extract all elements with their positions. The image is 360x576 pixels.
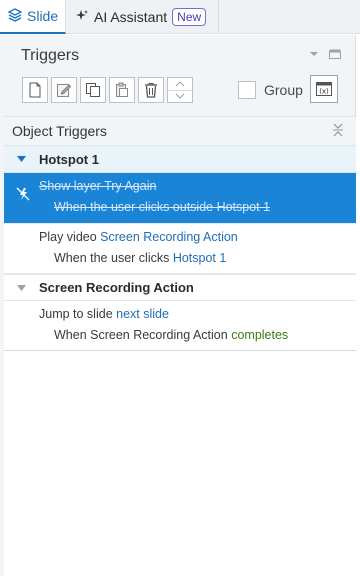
section-title: Hotspot 1 bbox=[39, 151, 99, 167]
collapse-all-icon[interactable] bbox=[332, 123, 344, 140]
new-page-icon bbox=[29, 82, 41, 98]
trigger-action: Jump to slide bbox=[39, 307, 113, 321]
trigger-row-play-video[interactable]: Play video Screen Recording Action When … bbox=[4, 224, 356, 274]
panel-menu-chevron-icon[interactable] bbox=[309, 49, 319, 59]
trigger-action: Play video bbox=[39, 230, 97, 244]
trigger-action-text: Show layer Try Again bbox=[39, 179, 157, 193]
copy-icon bbox=[86, 83, 100, 97]
trigger-row-show-layer[interactable]: Show layer Try Again When the user click… bbox=[4, 173, 356, 224]
trigger-event-link[interactable]: completes bbox=[231, 328, 288, 342]
copy-trigger-button[interactable] bbox=[80, 77, 106, 103]
expanded-caret-icon[interactable] bbox=[4, 156, 39, 162]
section-title: Screen Recording Action bbox=[39, 280, 194, 295]
trigger-event[interactable]: user clicks bbox=[111, 251, 169, 265]
trigger-condition-text: When the user clicks outside Hotspot 1 bbox=[54, 200, 271, 214]
move-up-button[interactable] bbox=[168, 78, 192, 91]
tab-ai-assistant[interactable]: AI Assistant New bbox=[67, 0, 219, 34]
tab-slide[interactable]: Slide bbox=[0, 0, 66, 34]
arrow-down-icon bbox=[175, 93, 185, 99]
svg-text:(x): (x) bbox=[319, 88, 329, 96]
section-hotspot-1[interactable]: Hotspot 1 bbox=[4, 146, 356, 173]
delete-trigger-button[interactable] bbox=[138, 77, 164, 103]
tab-slide-label: Slide bbox=[27, 8, 59, 24]
undock-panel-icon[interactable] bbox=[329, 49, 341, 59]
trigger-when: When Screen Recording Action bbox=[54, 328, 228, 342]
sparkle-icon bbox=[75, 9, 89, 26]
trash-icon bbox=[145, 83, 157, 98]
triggers-toolbar bbox=[22, 77, 193, 103]
paste-icon bbox=[116, 82, 128, 97]
new-trigger-button[interactable] bbox=[22, 77, 48, 103]
tab-bar: Slide AI Assistant New bbox=[0, 0, 360, 34]
reorder-buttons bbox=[167, 77, 193, 103]
panel-title: Triggers bbox=[21, 47, 80, 64]
trigger-row-jump-to-slide[interactable]: Jump to slide next slide When Screen Rec… bbox=[4, 301, 356, 351]
edit-trigger-button[interactable] bbox=[51, 77, 77, 103]
object-triggers-header: Object Triggers bbox=[4, 116, 356, 146]
layers-icon bbox=[7, 7, 23, 25]
variables-icon: (x) bbox=[316, 82, 332, 96]
variables-button[interactable]: (x) bbox=[310, 75, 338, 103]
group-checkbox[interactable] bbox=[238, 81, 256, 99]
new-badge: New bbox=[172, 8, 207, 26]
tab-ai-label: AI Assistant bbox=[94, 9, 168, 25]
arrow-up-icon bbox=[175, 81, 185, 87]
trigger-target-link[interactable]: next slide bbox=[116, 307, 169, 321]
trigger-target-link[interactable]: Screen Recording Action bbox=[100, 230, 238, 244]
move-down-button[interactable] bbox=[168, 91, 192, 103]
disabled-trigger-icon[interactable] bbox=[16, 187, 30, 204]
edit-icon bbox=[57, 84, 72, 97]
section-screen-recording-action[interactable]: Screen Recording Action bbox=[4, 274, 356, 301]
expanded-caret-icon[interactable] bbox=[4, 284, 39, 291]
object-triggers-title: Object Triggers bbox=[12, 123, 107, 139]
trigger-list: Object Triggers Hotspot 1 Show layer Try… bbox=[4, 116, 356, 576]
trigger-object-link[interactable]: Hotspot 1 bbox=[173, 251, 227, 265]
paste-trigger-button[interactable] bbox=[109, 77, 135, 103]
trigger-when: When the bbox=[54, 251, 108, 265]
group-label: Group bbox=[264, 82, 303, 98]
